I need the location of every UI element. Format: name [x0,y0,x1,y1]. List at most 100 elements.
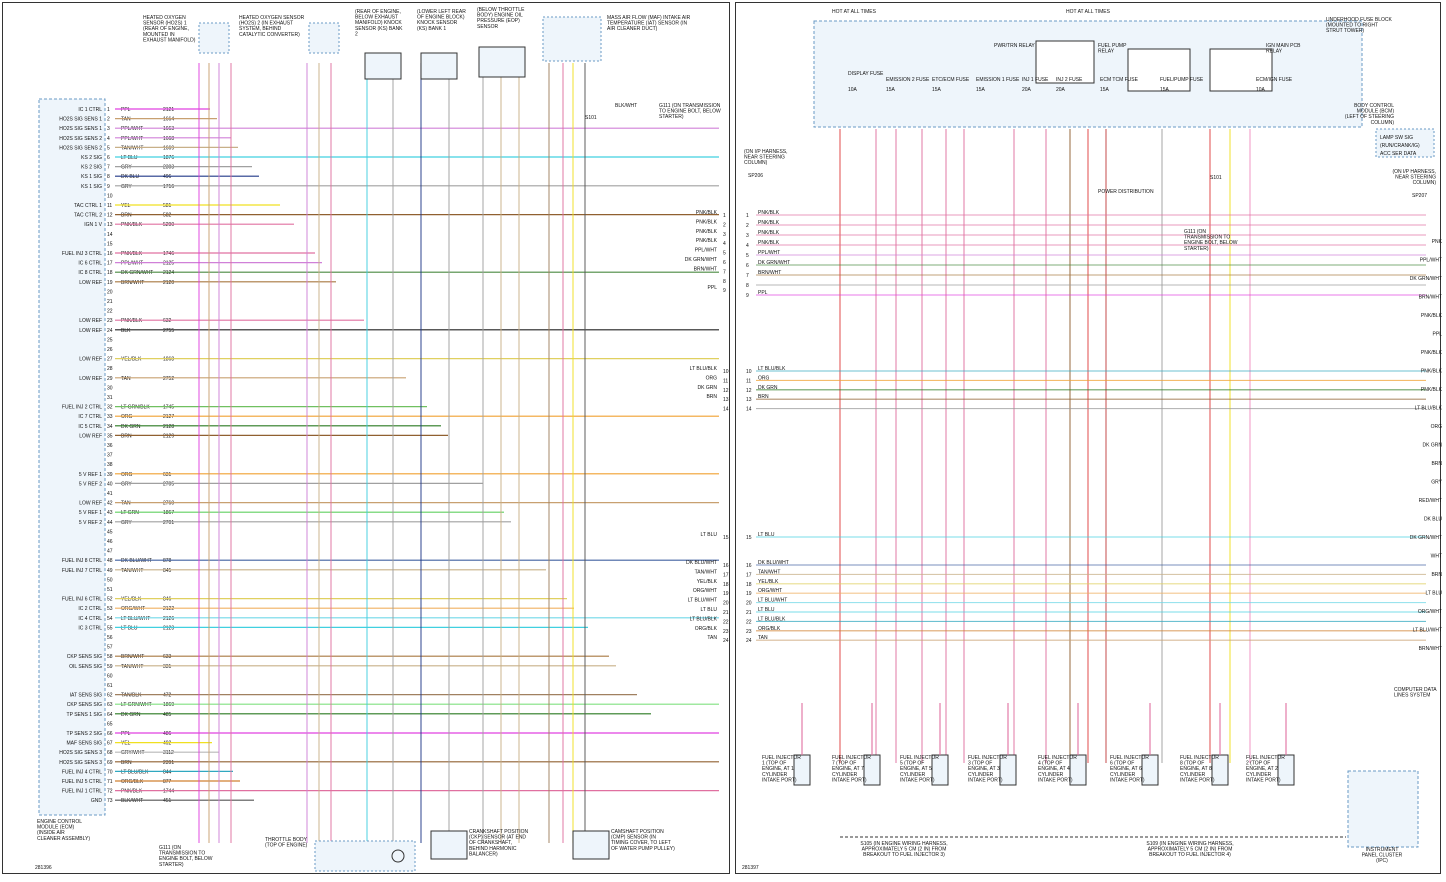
exit-connector-number: 23 [723,629,729,635]
injector-label-line: INTAKE PORT) [1038,777,1073,783]
wire-label-right: PNK [1432,239,1442,245]
ecm-wire-label: DK GRN [121,424,141,430]
connector-number: 14 [746,407,752,413]
fuse-name: FUEL/PUMP FUSE [1160,77,1204,83]
ecm-circuit-number: 1668 [163,136,174,142]
exit-connector-number: 13 [723,397,729,403]
bcm-pin-label: (RUN/CRANK/IG) [1380,143,1420,149]
exit-connector-number: 8 [723,279,726,285]
connector-number: 10 [746,369,752,375]
ecm-pin-number: 72 [107,789,113,795]
fuel-pump-relay [1127,48,1191,92]
ecm-pin-number: 67 [107,741,113,747]
ecm-wire-label: GRY [121,184,132,190]
exit-wire-label: PNK/BLK [696,210,718,216]
ecm-wire-label: YEL [121,203,131,209]
left-schematic-sheet: IC 1 CTRL 1 PPL 2121 HO2S SIG SENS 1 2 TAN 1664… [2,2,730,874]
fuse-name: ECM TCM FUSE [1100,77,1139,83]
wire-label: ORG [758,375,770,381]
component-label-line: BALANCER) [469,851,498,857]
ecm-pin-label: IGN 1 V [84,222,102,228]
wire-label-right: BRN [1431,572,1442,578]
connector-number: 18 [746,582,752,588]
connector-number: 12 [746,388,752,394]
exit-connector-number: 7 [723,269,726,275]
connector-number: 9 [746,293,749,299]
wire-label: DK GRN [758,385,778,391]
ecm-pin-number: 2 [107,117,110,123]
ecm-circuit-number: 331 [163,664,172,670]
ecm-pin-label: IC 7 CTRL [78,414,102,420]
ecm-circuit-number: 2122 [163,606,174,612]
ecm-circuit-number: 2303 [163,165,174,171]
ecm-wire-label: BRN/WHT [121,280,144,286]
wire-label: PPL [758,290,768,296]
ecm-wire-label: PNK/BLK [121,222,143,228]
cmp-sensor [572,830,610,860]
ecm-pin-number: 12 [107,213,113,219]
ecm-pin-number: 23 [107,318,113,324]
ecm-pin-label: HO2S SIG SENS 2 [59,136,102,142]
ecm-pin-number: 52 [107,597,113,603]
ecm-circuit-number: 631 [163,472,172,478]
exit-connector-number: 21 [723,610,729,616]
wire-label-right: DK BLU [1424,517,1442,523]
ecm-circuit-number: 496 [163,174,172,180]
fuse-block-label-line: STRUT TOWER) [1326,28,1364,34]
ecm-pin-label: IC 6 CTRL [78,261,102,267]
ecm-pin-number: 17 [107,261,113,267]
exit-wire-label: PNK/BLK [696,219,718,225]
fuse-name: EMISSION 1 FUSE [976,77,1020,83]
exit-connector-number: 22 [723,619,729,625]
exit-connector-number: 6 [723,260,726,266]
component-label-line: AIR CLEANER DUCT) [607,26,658,32]
ecm-pin-label: IC 3 CTRL [78,625,102,631]
exit-wire-label: ORG [706,375,718,381]
ecm-pin-number: 59 [107,664,113,670]
exit-wire-label: TAN [707,635,717,641]
exit-connector-number: 20 [723,601,729,607]
ecm-wire-label: DK BLU [121,174,139,180]
exit-connector-number: 14 [723,407,729,413]
fuse-amps: 10A [848,87,858,93]
connector-number: 22 [746,619,752,625]
wire-label: PPL/WHT [758,250,780,256]
wire-label: LT BLU/BLK [758,366,786,372]
splice-label: SP207 [1412,193,1427,199]
eop-sensor [478,46,526,78]
ground-label-line: STARTER) [1184,246,1209,252]
ecm-pin-label: LOW REF [79,376,102,382]
wire-label-right: PPL/WHT [1420,258,1442,264]
ecm-wire-label: BRN [121,760,132,766]
relay-label-line: PWR/TRN RELAY [994,43,1035,49]
ecm-circuit-number: 581 [163,203,172,209]
ecm-wire-label: PPL [121,731,131,737]
ecm-pin-number: 48 [107,558,113,564]
ecm-pin-label: IC 2 CTRL [78,606,102,612]
ecm-circuit-number: 2123 [163,625,174,631]
ecm-circuit-number: 1868 [163,357,174,363]
ecm-pin-number: 57 [107,645,113,651]
wire-label: ORG/BLK [758,626,781,632]
injector-label-line: INTAKE PORT) [1180,777,1215,783]
ecm-circuit-number: 2121 [163,107,174,113]
ecm-pin-number: 49 [107,568,113,574]
left-schematic-canvas: IC 1 CTRL 1 PPL 2121HO2S SIG SENS 1 2 TAN 1664… [35,7,729,872]
ecm-pin-number: 51 [107,587,113,593]
knock-sensor-bank1 [420,52,458,80]
wire-label: TAN/WHT [758,569,780,575]
sheet-id: 281396 [35,865,52,871]
connector-number: 17 [746,572,752,578]
ecm-pin-label: LOW REF [79,318,102,324]
ecm-pin-label: LOW REF [79,433,102,439]
exit-connector-number: 12 [723,388,729,394]
fuse-amps: 15A [1100,87,1110,93]
ecm-pin-label: KS 1 SIG [81,184,102,190]
connector-number: 5 [746,253,749,259]
ecm-wire-label: DK BLU/WHT [121,558,152,564]
ecm-circuit-number: 2391 [163,760,174,766]
injector-label-line: INTAKE PORT) [900,777,935,783]
ecm-circuit-number: 1746 [163,251,174,257]
exit-wire-label: YEL/BLK [697,579,718,585]
connector-number: 23 [746,629,752,635]
